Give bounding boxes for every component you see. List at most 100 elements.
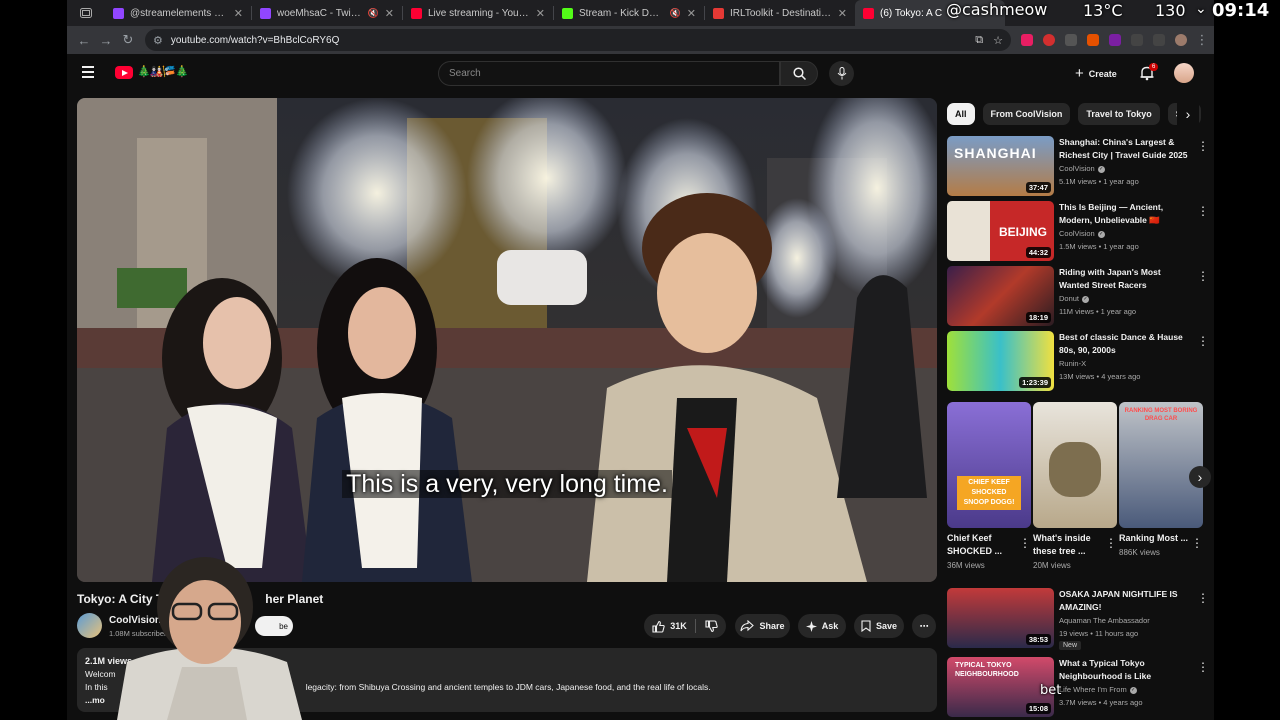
profile-avatar-icon[interactable] — [1175, 34, 1187, 46]
recommendation-item[interactable]: BEIJING 44:32 This Is Beijing — Ancient,… — [947, 201, 1209, 261]
recommendation-item[interactable]: TYPICAL TOKYO NEIGHBOURHOOD 15:08 What a… — [947, 657, 1209, 717]
close-tab-icon[interactable]: ✕ — [234, 7, 243, 20]
url-text: youtube.com/watch?v=BhBclCoRY6Q — [170, 34, 340, 46]
tab-label: IRLToolkit - Destinations — [730, 7, 832, 19]
tab-overview-button[interactable] — [67, 0, 105, 26]
shorts-next-button[interactable]: › — [1189, 466, 1211, 488]
short-title: Ranking Most ... — [1119, 533, 1189, 543]
recommendation-meta: 3.7M views • 4 years ago — [1059, 698, 1143, 707]
recommendation-item[interactable]: 38:53 OSAKA JAPAN NIGHTLIFE IS AMAZING! … — [947, 588, 1209, 650]
browser-toolbar: ← → ↻ ⚙ youtube.com/watch?v=BhBclCoRY6Q … — [67, 26, 1214, 54]
stream-counter: 130 — [1155, 1, 1186, 20]
share-button[interactable]: Share — [735, 614, 790, 638]
video-thumbnail: BEIJING 44:32 — [947, 201, 1054, 261]
youtube-favicon-icon — [863, 7, 874, 19]
short-item[interactable]: What's inside these tree ... 20M views ⋮ — [1033, 402, 1117, 570]
more-vertical-icon[interactable]: ⋮ — [1197, 660, 1209, 674]
chip-from-channel[interactable]: From CoolVision — [982, 103, 1071, 125]
browser-menu-icon[interactable]: ⋮ — [1191, 29, 1213, 51]
site-info-icon[interactable]: ⚙ — [153, 34, 163, 47]
short-thumbnail: CHIEF KEEF SHOCKED SNOOP DOGG! — [947, 402, 1031, 528]
plus-icon: + — [1075, 65, 1084, 82]
extension-icon[interactable] — [1021, 34, 1033, 46]
browser-tab[interactable]: Stream - Kick Dashboard 🔇 ✕ — [554, 0, 704, 26]
forward-button[interactable]: → — [95, 29, 117, 51]
chip-travel[interactable]: Travel to Tokyo — [1078, 103, 1160, 125]
more-vertical-icon[interactable]: ⋮ — [1191, 536, 1203, 550]
browser-tab[interactable]: Live streaming - YouTube Stu ✕ — [403, 0, 553, 26]
browser-tab[interactable]: IRLToolkit - Destinations ✕ — [705, 0, 855, 26]
video-duration: 38:53 — [1025, 634, 1051, 645]
recommendation-item[interactable]: 1:23:39 Best of classic Dance & Hause 80… — [947, 331, 1209, 391]
install-app-icon[interactable]: ⧉ — [975, 34, 983, 47]
extension-icon[interactable] — [1043, 34, 1055, 46]
ask-button[interactable]: Ask — [798, 614, 846, 638]
recommendation-meta: 1.5M views • 1 year ago — [1059, 242, 1139, 251]
create-button[interactable]: + Create — [1067, 61, 1125, 86]
close-tab-icon[interactable]: ✕ — [838, 7, 847, 20]
twitch-favicon-icon — [113, 7, 124, 19]
muted-icon[interactable]: 🔇 — [368, 8, 379, 19]
browser-tab[interactable]: woeMhsaC - Twitch 🔇 ✕ — [252, 0, 402, 26]
save-button[interactable]: Save — [854, 614, 904, 638]
recommendation-title: This Is Beijing — Ancient, Modern, Unbel… — [1059, 202, 1164, 225]
chip-all[interactable]: All — [947, 103, 975, 125]
video-player[interactable]: This is a very, very long time. — [77, 98, 937, 582]
search-input[interactable]: Search — [438, 61, 780, 86]
video-thumbnail: 38:53 — [947, 588, 1054, 648]
chevron-right-icon: › — [1185, 106, 1191, 122]
recommendation-item[interactable]: SHANGHAI 37:47 Shanghai: China's Largest… — [947, 136, 1209, 196]
sparkle-icon — [805, 620, 817, 632]
menu-icon[interactable] — [82, 66, 94, 78]
tab-label: Live streaming - YouTube Stu — [428, 7, 530, 19]
streamer-webcam-overlay — [117, 557, 302, 720]
recommendation-item[interactable]: 18:19 Riding with Japan's Most Wanted St… — [947, 266, 1209, 326]
recommendation-title: What a Typical Tokyo Neighbourhood is Li… — [1059, 658, 1152, 681]
account-avatar[interactable] — [1174, 63, 1194, 83]
like-button[interactable]: 31K — [652, 614, 687, 638]
more-horizontal-icon: ⋯ — [919, 620, 929, 631]
back-arrow-icon: ← — [77, 32, 91, 48]
youtube-doodle[interactable]: 🎄🎎🎏🎄 — [137, 65, 189, 78]
chips-next-button[interactable]: › — [1177, 103, 1199, 125]
extension-icon[interactable] — [1109, 34, 1121, 46]
stream-username: @cashmeow — [946, 0, 1048, 19]
tab-label: woeMhsaC - Twitch — [277, 7, 362, 19]
youtube-logo-icon[interactable] — [115, 66, 133, 79]
more-actions-button[interactable]: ⋯ — [912, 614, 936, 638]
short-views: 36M views — [947, 561, 985, 570]
recommendation-meta: 11M views • 1 year ago — [1059, 307, 1137, 316]
browser-tab[interactable]: @streamelements mentio ✕ — [105, 0, 251, 26]
more-vertical-icon[interactable]: ⋮ — [1197, 204, 1209, 218]
more-vertical-icon[interactable]: ⋮ — [1197, 139, 1209, 153]
short-item[interactable]: CHIEF KEEF SHOCKED SNOOP DOGG! Chief Kee… — [947, 402, 1031, 570]
microphone-icon — [837, 67, 846, 80]
more-vertical-icon[interactable]: ⋮ — [1197, 269, 1209, 283]
back-button[interactable]: ← — [73, 29, 95, 51]
chevron-right-icon: › — [1197, 469, 1203, 485]
muted-icon[interactable]: 🔇 — [670, 8, 681, 19]
more-vertical-icon[interactable]: ⋮ — [1105, 536, 1117, 550]
recommendation-channel: CoolVision ✓ — [1059, 229, 1105, 238]
close-tab-icon[interactable]: ✕ — [687, 7, 696, 20]
more-vertical-icon[interactable]: ⋮ — [1197, 591, 1209, 605]
search-button[interactable] — [780, 61, 818, 86]
close-tab-icon[interactable]: ✕ — [536, 7, 545, 20]
dislike-button[interactable] — [705, 614, 718, 638]
voice-search-button[interactable] — [829, 61, 854, 86]
bookmark-star-icon[interactable]: ☆ — [993, 34, 1003, 47]
watermark-text: bet — [1040, 683, 1062, 698]
extension-icon[interactable] — [1087, 34, 1099, 46]
reading-list-icon[interactable] — [1153, 34, 1165, 46]
extension-icon[interactable] — [1065, 34, 1077, 46]
reload-button[interactable]: ↻ — [117, 29, 139, 51]
close-tab-icon[interactable]: ✕ — [385, 7, 394, 20]
video-thumbnail: TYPICAL TOKYO NEIGHBOURHOOD 15:08 — [947, 657, 1054, 717]
more-vertical-icon[interactable]: ⋮ — [1197, 334, 1209, 348]
address-bar[interactable]: ⚙ youtube.com/watch?v=BhBclCoRY6Q ⧉ ☆ — [145, 29, 1011, 51]
extensions-puzzle-icon[interactable] — [1131, 34, 1143, 46]
more-vertical-icon[interactable]: ⋮ — [1019, 536, 1031, 550]
bookmark-icon — [861, 620, 871, 632]
verified-check-icon: ✓ — [1129, 686, 1137, 694]
notification-count-badge: 6 — [1149, 63, 1159, 71]
